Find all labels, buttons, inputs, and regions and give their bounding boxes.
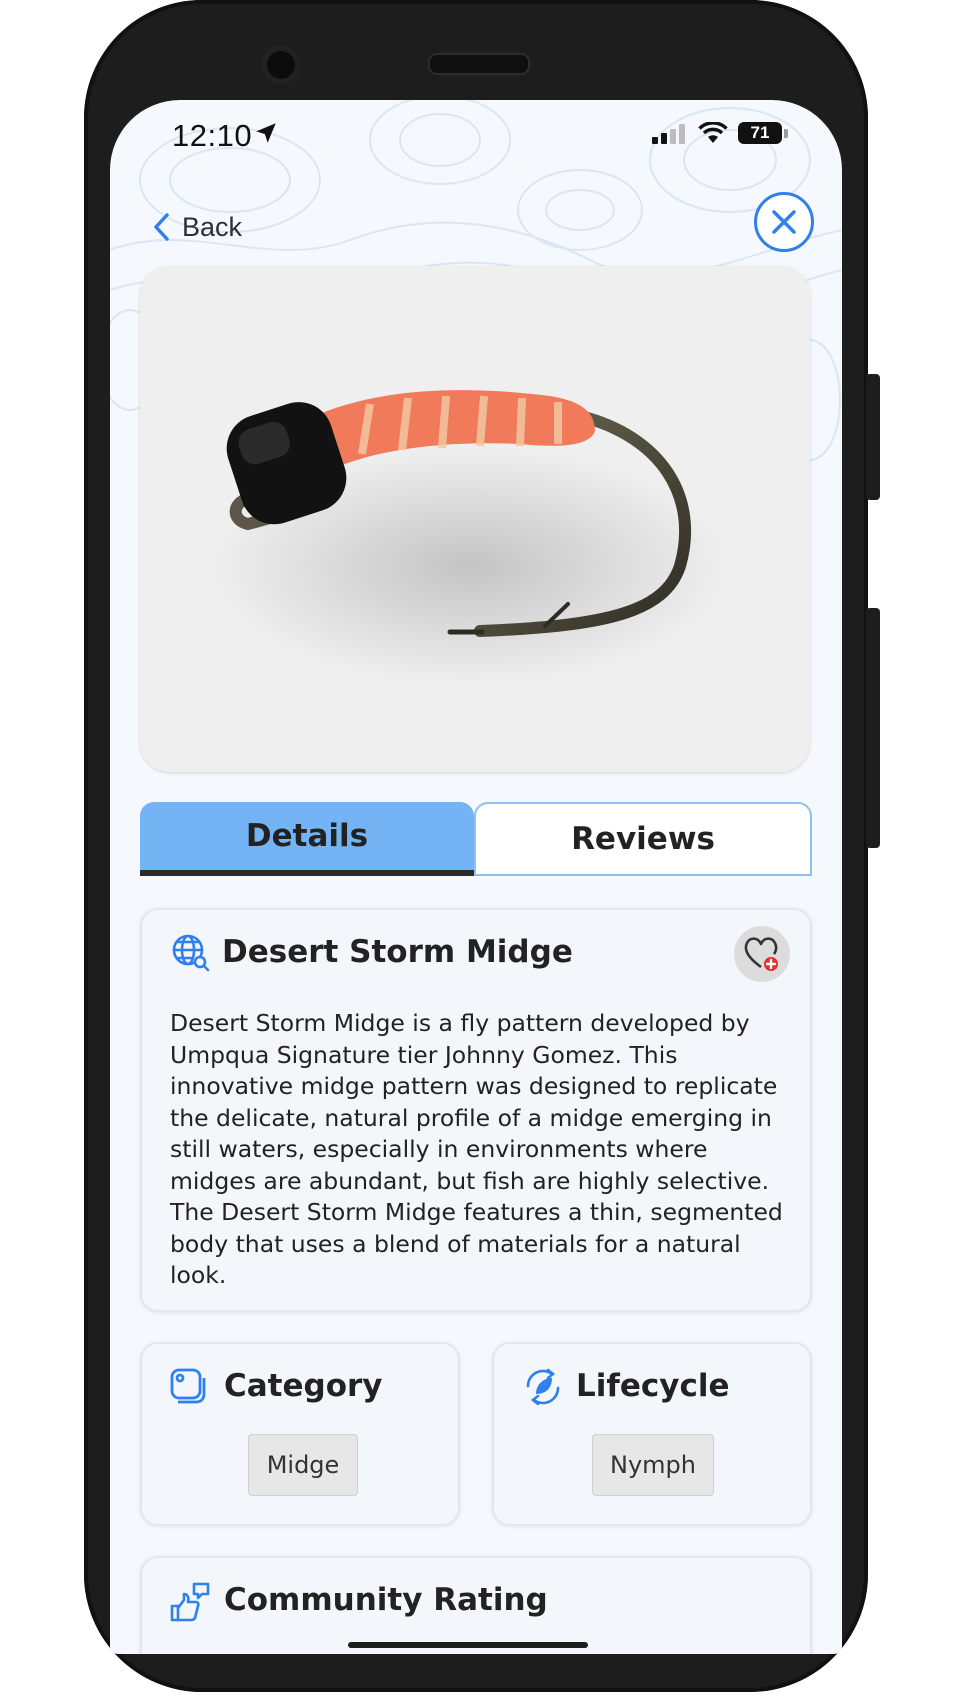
close-button[interactable]: [754, 192, 814, 252]
back-label: Back: [182, 211, 243, 242]
category-value: Midge: [248, 1434, 358, 1496]
fly-image: [140, 266, 810, 772]
lifecycle-value: Nymph: [592, 1434, 714, 1496]
globe-search-icon: [172, 934, 210, 972]
wifi-icon: [698, 122, 728, 143]
midge-fly-illustration: [210, 390, 730, 686]
power-button: [866, 374, 880, 500]
cycle-icon: [526, 1368, 560, 1406]
fly-description: Desert Storm Midge is a fly pattern deve…: [170, 1009, 783, 1289]
heart-add-icon: [744, 937, 780, 973]
tab-details[interactable]: Details: [140, 802, 474, 876]
status-time: 12:10: [172, 118, 253, 153]
tag-icon: [170, 1368, 206, 1404]
detail-tabs: Details Reviews: [140, 802, 812, 876]
chevron-left-icon: [154, 213, 169, 241]
battery-tip: [784, 129, 788, 138]
app-screen: 12:10 71 Back Details Reviews Desert Sto…: [110, 100, 842, 1654]
lifecycle-title: Lifecycle: [576, 1368, 730, 1404]
favorite-button[interactable]: [734, 926, 790, 982]
close-icon: [772, 210, 796, 234]
tab-reviews[interactable]: Reviews: [474, 802, 812, 876]
community-rating-title: Community Rating: [224, 1582, 548, 1618]
fly-name: Desert Storm Midge: [222, 934, 573, 970]
lifecycle-card: Lifecycle Nymph: [492, 1342, 812, 1526]
volume-button: [866, 608, 880, 848]
thumbs-icon: [170, 1582, 210, 1622]
category-card: Category Midge: [140, 1342, 460, 1526]
description-card: Desert Storm Midge Desert Storm Midge is…: [140, 908, 812, 1312]
community-rating-card: Community Rating: [140, 1556, 812, 1654]
back-button[interactable]: Back: [152, 206, 242, 248]
battery-indicator: 71: [738, 122, 782, 144]
location-arrow-icon: [256, 123, 276, 143]
status-bar: 12:10 71: [110, 100, 842, 170]
cellular-signal-icon: [652, 124, 685, 144]
category-title: Category: [224, 1368, 383, 1404]
home-indicator[interactable]: [348, 1642, 588, 1648]
front-camera: [261, 45, 301, 85]
earpiece-speaker: [428, 53, 530, 75]
